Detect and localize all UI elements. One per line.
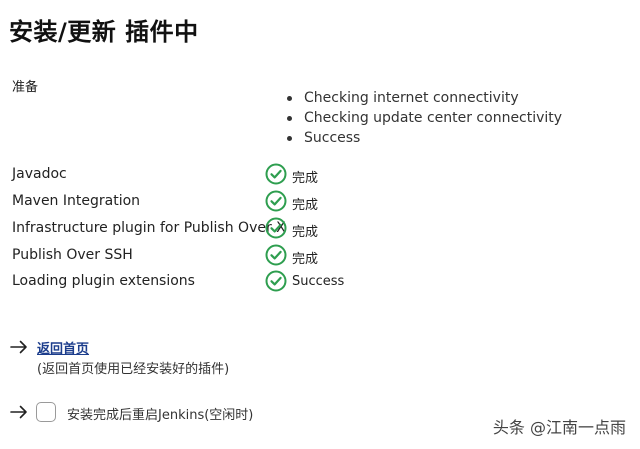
preparation-label: 准备 [12, 80, 39, 95]
plugin-name: Infrastructure plugin for Publish Over X [12, 220, 286, 236]
plugin-status: 完成 [292, 198, 319, 213]
plugin-name: Maven Integration [12, 193, 141, 209]
restart-checkbox[interactable] [36, 402, 56, 422]
preparation-step: Checking internet connectivity [282, 88, 562, 108]
plugin-status: 完成 [292, 171, 319, 186]
check-circle-icon [265, 163, 287, 185]
plugin-name: Publish Over SSH [12, 247, 133, 263]
check-circle-icon [265, 270, 287, 292]
arrow-right-icon [10, 340, 27, 354]
preparation-step: Success [282, 128, 562, 148]
check-circle-icon [265, 217, 287, 239]
plugin-row: Infrastructure plugin for Publish Over X… [0, 216, 640, 242]
check-circle-icon [265, 190, 287, 212]
plugin-row: Publish Over SSH 完成 [0, 243, 640, 269]
back-to-dashboard-link[interactable]: 返回首页 [37, 338, 89, 357]
back-description: (返回首页使用已经安装好的插件) [37, 362, 230, 377]
restart-label[interactable]: 安装完成后重启Jenkins(空闲时) [67, 404, 253, 423]
plugin-status: 完成 [292, 252, 319, 267]
arrow-right-icon [10, 405, 27, 419]
plugin-name: Loading plugin extensions [12, 273, 195, 289]
watermark: 头条 @江南一点雨 [492, 418, 626, 437]
check-circle-icon [265, 244, 287, 266]
plugin-row: Javadoc 完成 [0, 162, 640, 188]
plugin-name: Javadoc [12, 166, 67, 182]
plugin-status: Success [292, 274, 345, 289]
plugin-status: 完成 [292, 225, 319, 240]
plugin-row: Maven Integration 完成 [0, 189, 640, 215]
plugin-row: Loading plugin extensions Success [0, 269, 640, 295]
page-title: 安装/更新 插件中 [9, 18, 199, 46]
preparation-step: Checking update center connectivity [282, 108, 562, 128]
preparation-steps-list: Checking internet connectivity Checking … [282, 88, 562, 148]
